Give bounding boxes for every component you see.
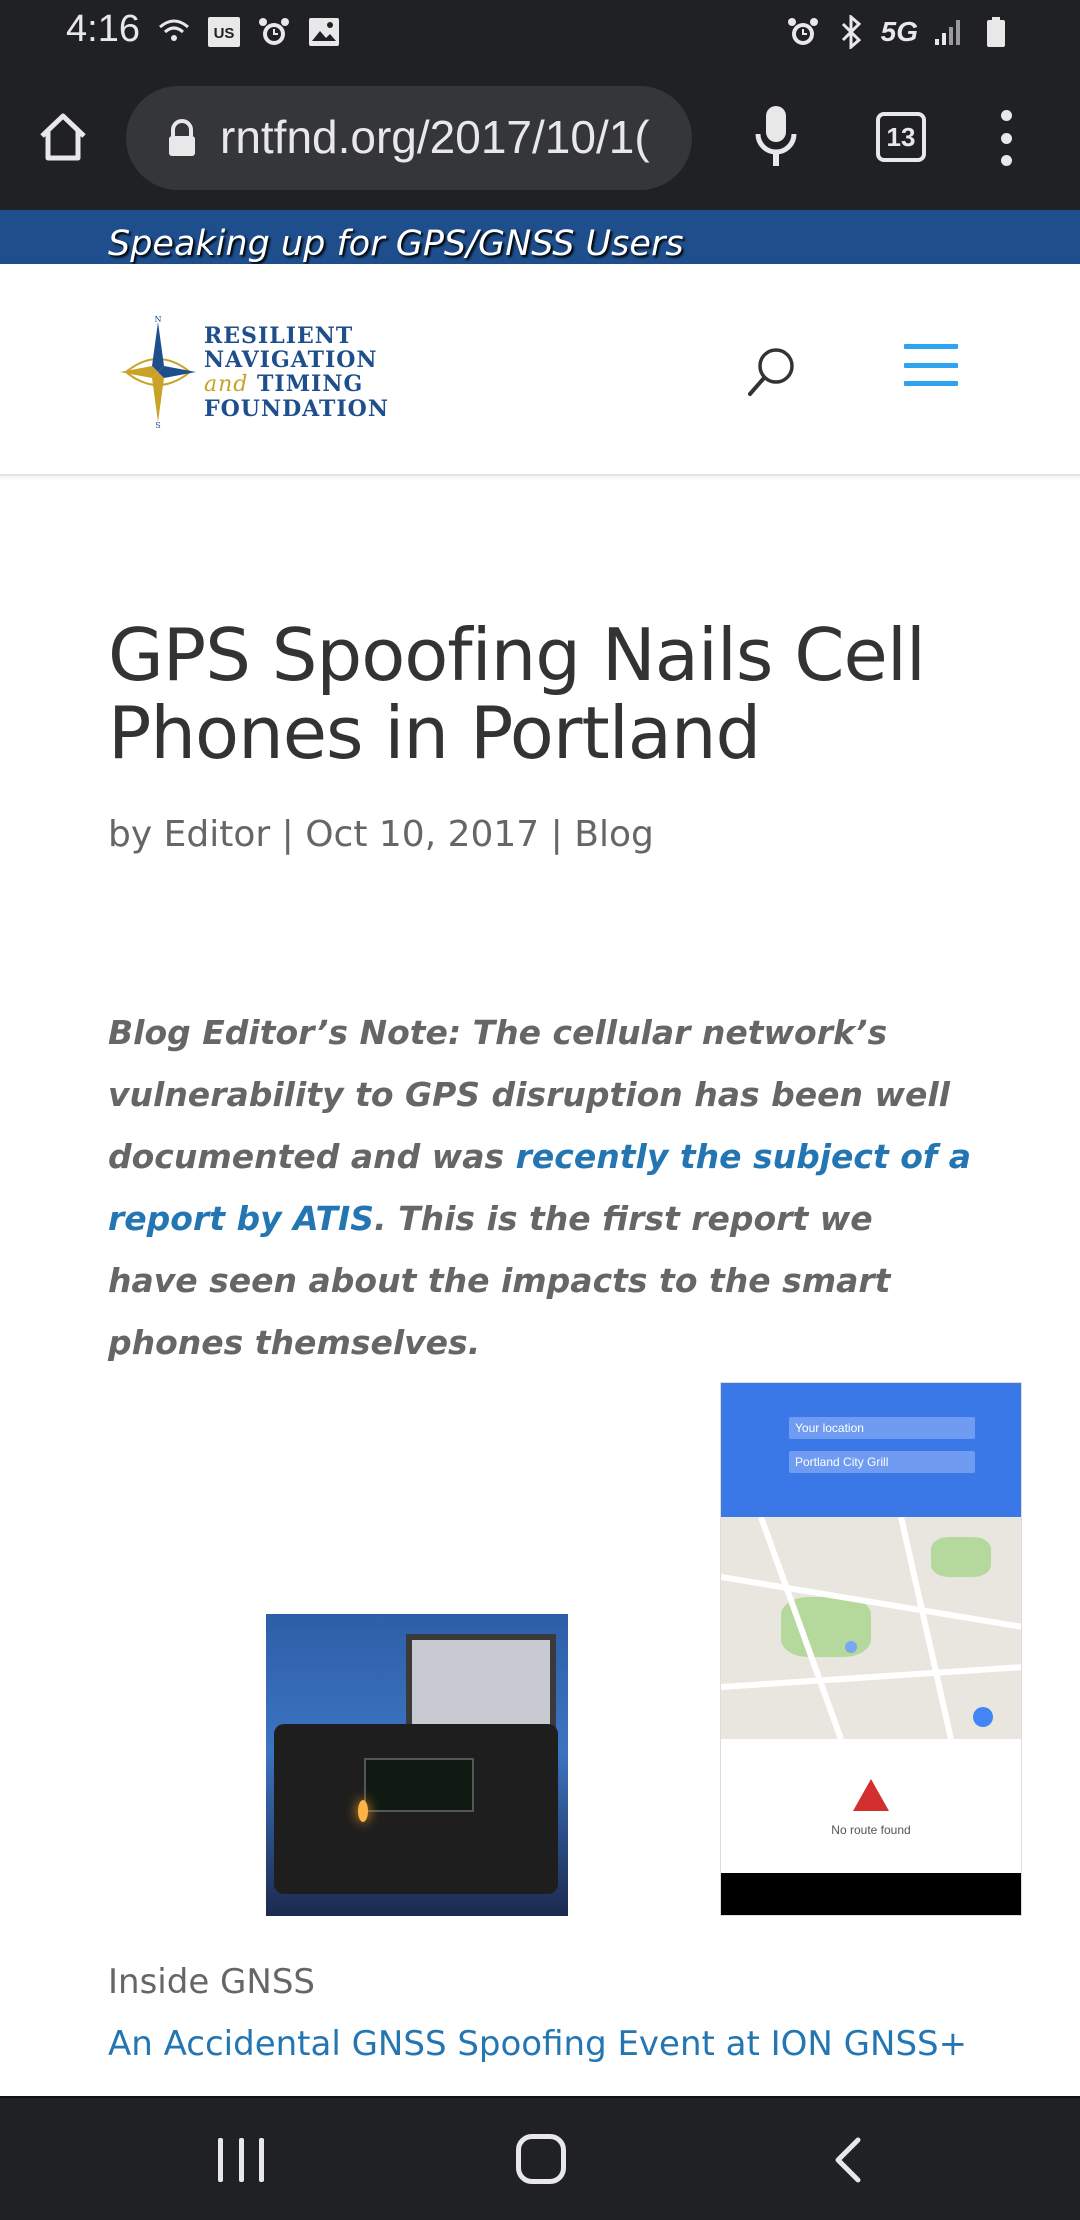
system-navigation-bar [0,2096,1080,2220]
logo-line: and TIMING [204,372,389,397]
overflow-menu-button[interactable] [986,110,1026,166]
site-tagline: Speaking up for GPS/GNSS Users [108,224,684,264]
search-button[interactable] [744,344,800,400]
image-icon [306,14,342,50]
voice-search-button[interactable] [746,100,806,170]
tab-switcher-button[interactable]: 13 [876,112,926,162]
back-chevron-icon [835,2137,861,2183]
spoofing-equipment-photo [266,1614,568,1916]
phone-origin-text: Your location [795,1421,864,1435]
alarm-icon [256,14,292,50]
no-route-message: No route found [831,1823,911,1837]
svg-text:S: S [155,421,160,428]
menu-dot [1000,110,1012,121]
menu-dot [1000,132,1012,144]
site-logo[interactable]: N S RESILIENT NAVIGATION and TIMING FOUN… [118,316,388,428]
device-light [358,1800,368,1822]
device-screen [364,1758,474,1812]
us-carrier-icon: US [206,14,242,50]
logo-line: RESILIENT [204,323,354,349]
phone-route-header: Your location Portland City Grill [721,1383,1021,1517]
phone-destination-text: Portland City Grill [795,1455,889,1469]
hamburger-line [904,344,958,349]
svg-text:N: N [155,316,162,324]
logo-wordmark: RESILIENT NAVIGATION and TIMING FOUNDATI… [204,324,389,421]
home-button[interactable] [30,104,96,170]
hamburger-menu-button[interactable] [904,344,958,386]
menu-dot [1000,155,1012,166]
address-bar[interactable]: rntfnd.org/2017/10/1( [126,86,692,190]
post-meta: by Editor | Oct 10, 2017 | Blog [108,814,654,855]
map-roads [721,1517,1021,1739]
category-link[interactable]: Blog [574,814,654,855]
post-date: Oct 10, 2017 [305,814,540,855]
search-icon [748,348,794,396]
editors-note: Blog Editor’s Note: The cellular network… [108,1002,972,1374]
warning-icon [853,1779,889,1811]
alarm-icon [785,14,821,50]
lock-icon [169,119,195,156]
phone-map [721,1517,1021,1739]
device-shape [274,1724,558,1894]
network-type-label: 5G [880,16,918,47]
recents-bar [238,2138,244,2182]
home-icon [40,113,86,161]
microphone-icon [755,106,797,166]
article-figure: Your location Portland City Grill No rou… [258,1382,1028,1928]
status-bar: 4:16 US 5G [0,0,1080,64]
status-icons-left: US [156,14,342,50]
svg-text:US: US [214,25,235,42]
author-link[interactable]: Editor [164,814,271,855]
phone-nav-bar [721,1873,1021,1915]
laptop-shape [406,1634,556,1734]
back-button[interactable] [828,2136,868,2184]
hamburger-line [904,362,958,368]
home-nav-button[interactable] [516,2134,566,2184]
logo-line: NAVIGATION [204,347,378,373]
signal-icon [930,14,966,50]
meta-by: by [108,814,153,855]
compass-logo-icon: N S [120,316,196,428]
site-top-bar: Speaking up for GPS/GNSS Users [0,210,1080,264]
phone-screenshot: Your location Portland City Grill No rou… [720,1382,1022,1916]
source-label: Inside GNSS [108,1962,315,2002]
source-article-link[interactable]: An Accidental GNSS Spoofing Event at ION… [108,2024,967,2064]
recent-apps-button[interactable] [218,2138,264,2182]
status-icons-right: 5G [785,14,1014,50]
recents-bar [218,2138,223,2182]
recents-bar [259,2138,264,2182]
logo-and: and [204,372,249,397]
logo-line: FOUNDATION [204,396,389,422]
bluetooth-icon [833,14,869,50]
logo-timing: TIMING [257,371,364,397]
url-text: rntfnd.org/2017/10/1( [220,111,650,163]
hotspot-icon [156,14,192,50]
site-header: N S RESILIENT NAVIGATION and TIMING FOUN… [0,264,1080,476]
article-title: GPS Spoofing Nails Cell Phones in Portla… [108,613,926,775]
battery-icon [978,14,1014,50]
browser-toolbar: rntfnd.org/2017/10/1( 13 [0,64,1080,210]
hamburger-line [904,381,958,386]
phone-origin-field: Your location [789,1417,975,1439]
meta-separator: | [281,814,294,855]
phone-destination-field: Portland City Grill [789,1451,975,1473]
status-time: 4:16 [66,8,140,50]
meta-separator: | [550,814,563,855]
